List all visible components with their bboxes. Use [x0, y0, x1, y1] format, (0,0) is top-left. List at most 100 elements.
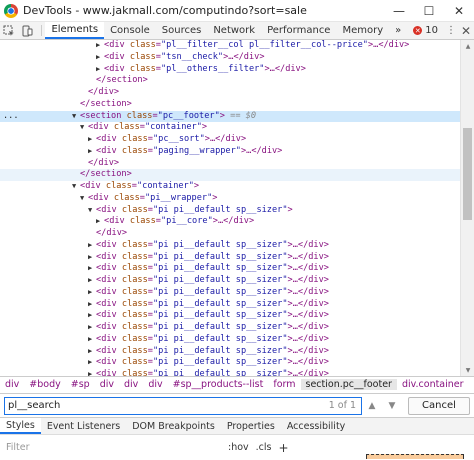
- expand-node-icon[interactable]: ▶: [88, 287, 96, 299]
- collapsed-content[interactable]: …</div>: [293, 346, 329, 356]
- expand-node-icon[interactable]: ▶: [88, 146, 96, 158]
- dom-node-row[interactable]: ▶ <div class="pi pi__default sp__sizer">……: [0, 299, 460, 311]
- dom-node-row[interactable]: ▶ <div class="pi pi__default sp__sizer">……: [0, 240, 460, 252]
- selected-node-row[interactable]: ... ▼ <section class="pc__footer"> == $0: [0, 110, 460, 123]
- attribute-value[interactable]: "container": [137, 181, 194, 191]
- collapsed-content[interactable]: …</div>: [218, 216, 254, 226]
- collapsed-content[interactable]: …</div>: [228, 52, 264, 62]
- breadcrumb-item[interactable]: div: [95, 379, 119, 390]
- attribute-value[interactable]: "pc__footer": [158, 111, 220, 121]
- dom-node-row[interactable]: </div>: [0, 158, 460, 170]
- expand-node-icon[interactable]: ▶: [96, 216, 104, 228]
- attribute-value[interactable]: "pi pi__default sp__sizer": [153, 357, 288, 367]
- more-tabs-button[interactable]: »: [389, 22, 407, 39]
- dom-node-row[interactable]: ▼ <div class="pi__wrapper">: [0, 193, 460, 205]
- dom-node-row[interactable]: ▶ <div class="pc__sort">…</div>: [0, 134, 460, 146]
- collapsed-content[interactable]: …</div>: [293, 299, 329, 309]
- dom-node-row[interactable]: ▶ <div class="pi pi__default sp__sizer">……: [0, 287, 460, 299]
- breadcrumb-item[interactable]: #body: [24, 379, 65, 390]
- dom-node-row[interactable]: ▶ <div class="pi pi__default sp__sizer">……: [0, 275, 460, 287]
- search-input[interactable]: pl__search 1 of 1: [4, 396, 362, 415]
- collapse-node-icon[interactable]: ▼: [88, 205, 96, 217]
- row-gutter-dots[interactable]: ...: [3, 111, 19, 123]
- search-prev-icon[interactable]: ▲: [362, 397, 382, 415]
- dom-node-row[interactable]: ▶ <div class="paging__wrapper">…</div>: [0, 146, 460, 158]
- dom-node-row[interactable]: ▶ <div class="pi pi__default sp__sizer">……: [0, 357, 460, 369]
- collapsed-content[interactable]: …</div>: [293, 275, 329, 285]
- tree-scrollbar[interactable]: ▲ ▼: [460, 40, 474, 376]
- dom-node-row[interactable]: ▶ <div class="tsn__check">…</div>: [0, 52, 460, 64]
- attribute-value[interactable]: "pi pi__default sp__sizer": [153, 275, 288, 285]
- close-devtools-icon[interactable]: ✕: [458, 24, 474, 38]
- expand-node-icon[interactable]: ▶: [88, 346, 96, 358]
- tab-dom-breakpoints[interactable]: DOM Breakpoints: [126, 418, 221, 434]
- attribute-value[interactable]: "pi pi__default sp__sizer": [153, 263, 288, 273]
- close-window-button[interactable]: ✕: [444, 0, 474, 22]
- collapsed-content[interactable]: …</div>: [293, 322, 329, 332]
- search-next-icon[interactable]: ▼: [382, 397, 402, 415]
- attribute-value[interactable]: "pi pi__default sp__sizer": [153, 205, 288, 215]
- hov-toggle-button[interactable]: :hov: [228, 442, 249, 453]
- attribute-value[interactable]: "pi__wrapper": [145, 193, 212, 203]
- tab-sources[interactable]: Sources: [156, 22, 208, 39]
- dom-node-row[interactable]: </section>: [0, 99, 460, 111]
- scroll-down-icon[interactable]: ▼: [461, 364, 474, 376]
- expand-node-icon[interactable]: ▶: [88, 369, 96, 376]
- expand-node-icon[interactable]: ▶: [88, 299, 96, 311]
- collapsed-content[interactable]: …</div>: [293, 357, 329, 367]
- collapse-node-icon[interactable]: ▼: [72, 111, 80, 123]
- dom-node-row[interactable]: ▼ <div class="container">: [0, 181, 460, 193]
- dom-node-row[interactable]: ▶ <div class="pi pi__default sp__sizer">……: [0, 322, 460, 334]
- collapsed-content[interactable]: …</div>: [270, 64, 306, 74]
- dom-node-row[interactable]: ▶ <div class="pi__core">…</div>: [0, 216, 460, 228]
- dom-node-row[interactable]: ▶ <div class="pi pi__default sp__sizer">……: [0, 369, 460, 376]
- tab-event-listeners[interactable]: Event Listeners: [41, 418, 126, 434]
- tab-network[interactable]: Network: [207, 22, 261, 39]
- dom-node-row[interactable]: </section>: [0, 75, 460, 87]
- attribute-value[interactable]: "pi__core": [161, 216, 213, 226]
- collapsed-content[interactable]: …</div>: [293, 252, 329, 262]
- attribute-value[interactable]: "pi pi__default sp__sizer": [153, 299, 288, 309]
- expand-node-icon[interactable]: ▶: [88, 334, 96, 346]
- attribute-value[interactable]: "pi pi__default sp__sizer": [153, 240, 288, 250]
- dom-node-row[interactable]: ▶ <div class="pi pi__default sp__sizer">……: [0, 346, 460, 358]
- collapse-node-icon[interactable]: ▼: [72, 181, 80, 193]
- breadcrumb-item[interactable]: section.pc__footer: [300, 379, 397, 390]
- dom-node-row[interactable]: ▶ <div class="pl__filter__col pl__filter_…: [0, 40, 460, 52]
- collapsed-content[interactable]: …</div>: [293, 310, 329, 320]
- device-toolbar-icon[interactable]: [18, 22, 36, 39]
- collapsed-content[interactable]: …</div>: [246, 146, 282, 156]
- dom-node-row[interactable]: </div>: [0, 228, 460, 240]
- attribute-value[interactable]: "pl__filter__col pl__filter__col--price": [161, 40, 368, 50]
- cls-toggle-button[interactable]: .cls: [256, 442, 272, 453]
- attribute-value[interactable]: "pi pi__default sp__sizer": [153, 334, 288, 344]
- attribute-value[interactable]: "pi pi__default sp__sizer": [153, 346, 288, 356]
- attribute-value[interactable]: "container": [145, 122, 202, 132]
- dom-node-row[interactable]: ▶ <div class="pi pi__default sp__sizer">……: [0, 252, 460, 264]
- collapsed-content[interactable]: …</div>: [293, 287, 329, 297]
- more-options-icon[interactable]: ⋮: [444, 25, 458, 36]
- collapsed-content[interactable]: …</div>: [373, 40, 409, 50]
- tab-performance[interactable]: Performance: [261, 22, 336, 39]
- minimize-button[interactable]: —: [384, 0, 414, 22]
- dom-node-row[interactable]: </section>: [0, 169, 460, 181]
- tab-styles[interactable]: Styles: [0, 418, 41, 434]
- expand-node-icon[interactable]: ▶: [88, 263, 96, 275]
- expand-node-icon[interactable]: ▶: [88, 275, 96, 287]
- attribute-value[interactable]: "pi pi__default sp__sizer": [153, 369, 288, 376]
- dom-node-row[interactable]: ▶ <div class="pl__others__filter">…</div>: [0, 64, 460, 76]
- styles-filter-input[interactable]: Filter: [0, 442, 228, 453]
- inspect-element-icon[interactable]: [0, 22, 18, 39]
- dom-node-row[interactable]: ▼ <div class="pi pi__default sp__sizer">: [0, 205, 460, 217]
- expand-node-icon[interactable]: ▶: [88, 322, 96, 334]
- expand-node-icon[interactable]: ▶: [96, 52, 104, 64]
- attribute-value[interactable]: "paging__wrapper": [153, 146, 241, 156]
- attribute-value[interactable]: "pi pi__default sp__sizer": [153, 252, 288, 262]
- expand-node-icon[interactable]: ▶: [88, 134, 96, 146]
- attribute-value[interactable]: "pi pi__default sp__sizer": [153, 310, 288, 320]
- expand-node-icon[interactable]: ▶: [96, 40, 104, 52]
- breadcrumb-item[interactable]: div: [143, 379, 167, 390]
- collapse-node-icon[interactable]: ▼: [80, 122, 88, 134]
- attribute-value[interactable]: "tsn__check": [161, 52, 223, 62]
- tab-elements[interactable]: Elements: [45, 22, 105, 39]
